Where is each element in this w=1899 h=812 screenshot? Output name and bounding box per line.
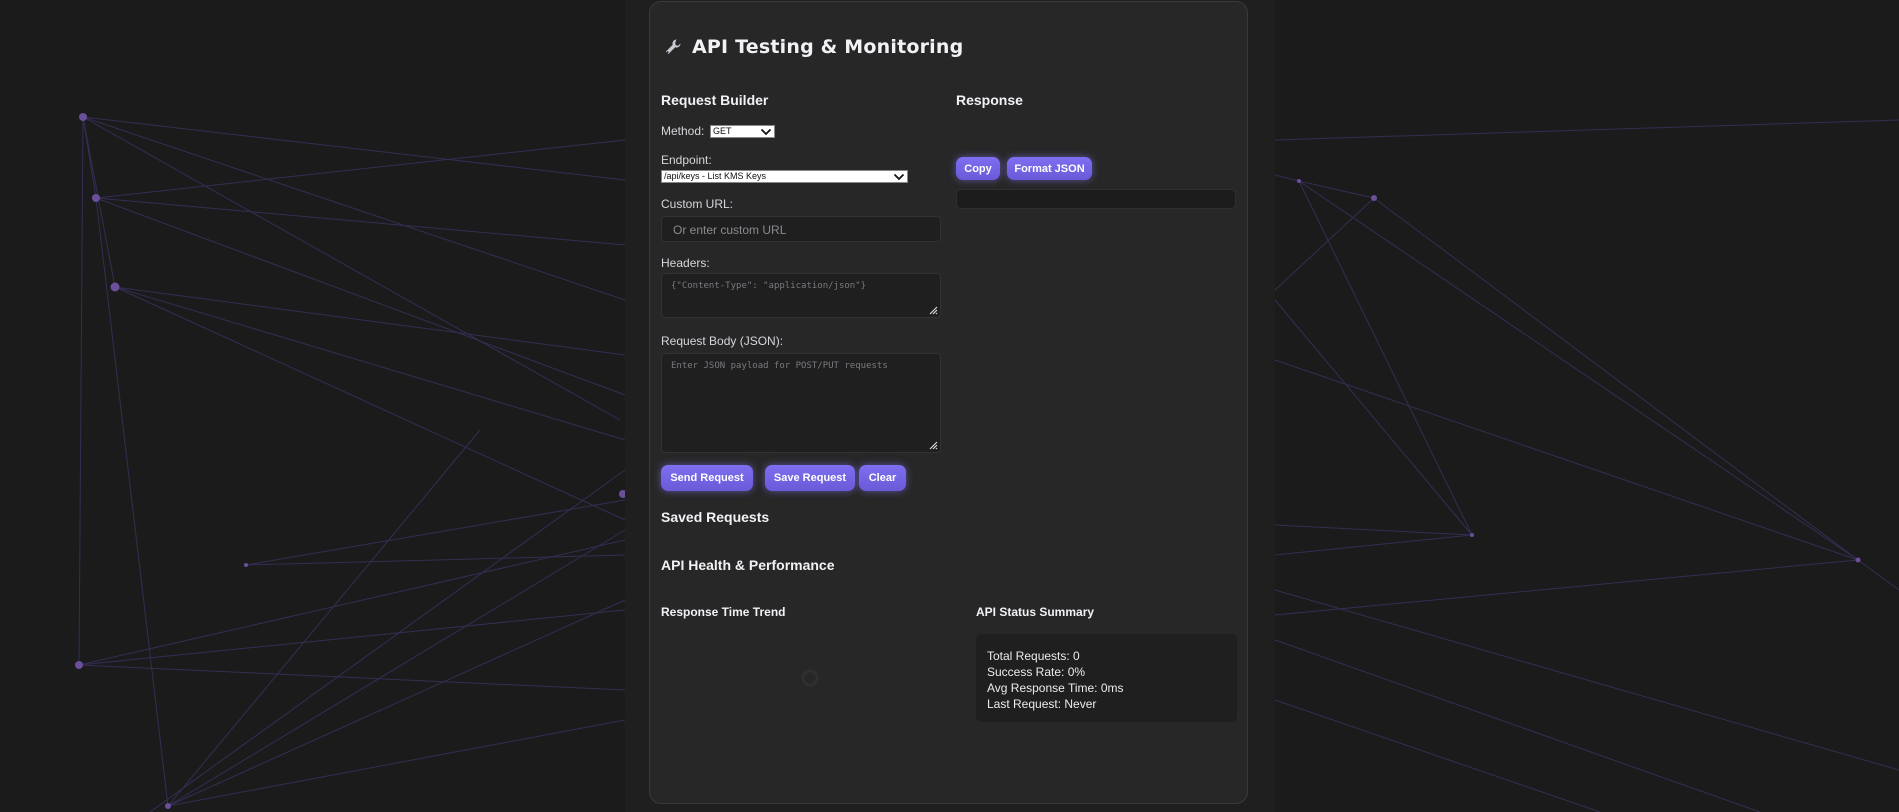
custom-url-placeholder: Or enter custom URL	[673, 223, 787, 237]
method-select-value: GET	[713, 126, 732, 136]
response-heading: Response	[956, 92, 1023, 108]
endpoint-select[interactable]: /api/keys - List KMS Keys	[661, 170, 908, 183]
request-builder-heading: Request Builder	[661, 92, 769, 108]
api-health-heading: API Health & Performance	[661, 557, 835, 573]
api-status-summary-card: Total Requests: 0 Success Rate: 0% Avg R…	[976, 634, 1237, 722]
send-request-button[interactable]: Send Request	[661, 465, 753, 491]
api-testing-panel: API Testing & Monitoring Request Builder…	[649, 1, 1248, 804]
saved-requests-heading: Saved Requests	[661, 509, 770, 525]
clear-button[interactable]: Clear	[859, 465, 906, 491]
app-root: API Testing & Monitoring Request Builder…	[0, 0, 1899, 812]
resize-grip-icon[interactable]	[929, 306, 938, 315]
endpoint-select-value: /api/keys - List KMS Keys	[664, 171, 767, 181]
headers-textarea[interactable]: {"Content-Type": "application/json"}	[661, 273, 941, 318]
copy-button[interactable]: Copy	[956, 157, 1000, 180]
format-json-button[interactable]: Format JSON	[1007, 157, 1092, 180]
custom-url-label: Custom URL:	[661, 197, 734, 211]
last-request-stat: Last Request: Never	[987, 697, 1097, 711]
page-title-text: API Testing & Monitoring	[692, 36, 964, 58]
response-time-chart	[660, 627, 950, 777]
headers-placeholder: {"Content-Type": "application/json"}	[671, 281, 867, 291]
method-select[interactable]: GET	[710, 125, 775, 138]
chevron-down-icon	[760, 128, 772, 135]
total-requests-stat: Total Requests: 0	[987, 649, 1080, 663]
save-request-button[interactable]: Save Request	[765, 465, 855, 491]
endpoint-label: Endpoint:	[661, 153, 712, 167]
wrench-icon	[666, 39, 681, 54]
request-body-placeholder: Enter JSON payload for POST/PUT requests	[671, 361, 888, 371]
chevron-down-icon	[893, 173, 905, 180]
api-status-summary-heading: API Status Summary	[976, 605, 1095, 619]
headers-label: Headers:	[661, 256, 710, 270]
success-rate-stat: Success Rate: 0%	[987, 665, 1086, 679]
chart-loading-indicator	[801, 669, 819, 687]
resize-grip-icon[interactable]	[929, 441, 938, 450]
request-body-textarea[interactable]: Enter JSON payload for POST/PUT requests	[661, 353, 941, 453]
response-time-trend-heading: Response Time Trend	[661, 605, 786, 619]
page-title: API Testing & Monitoring	[664, 36, 963, 58]
request-body-label: Request Body (JSON):	[661, 334, 784, 348]
response-output[interactable]	[956, 189, 1236, 209]
custom-url-input[interactable]: Or enter custom URL	[661, 216, 941, 242]
avg-response-time-stat: Avg Response Time: 0ms	[987, 681, 1124, 695]
method-label: Method:	[661, 124, 705, 138]
